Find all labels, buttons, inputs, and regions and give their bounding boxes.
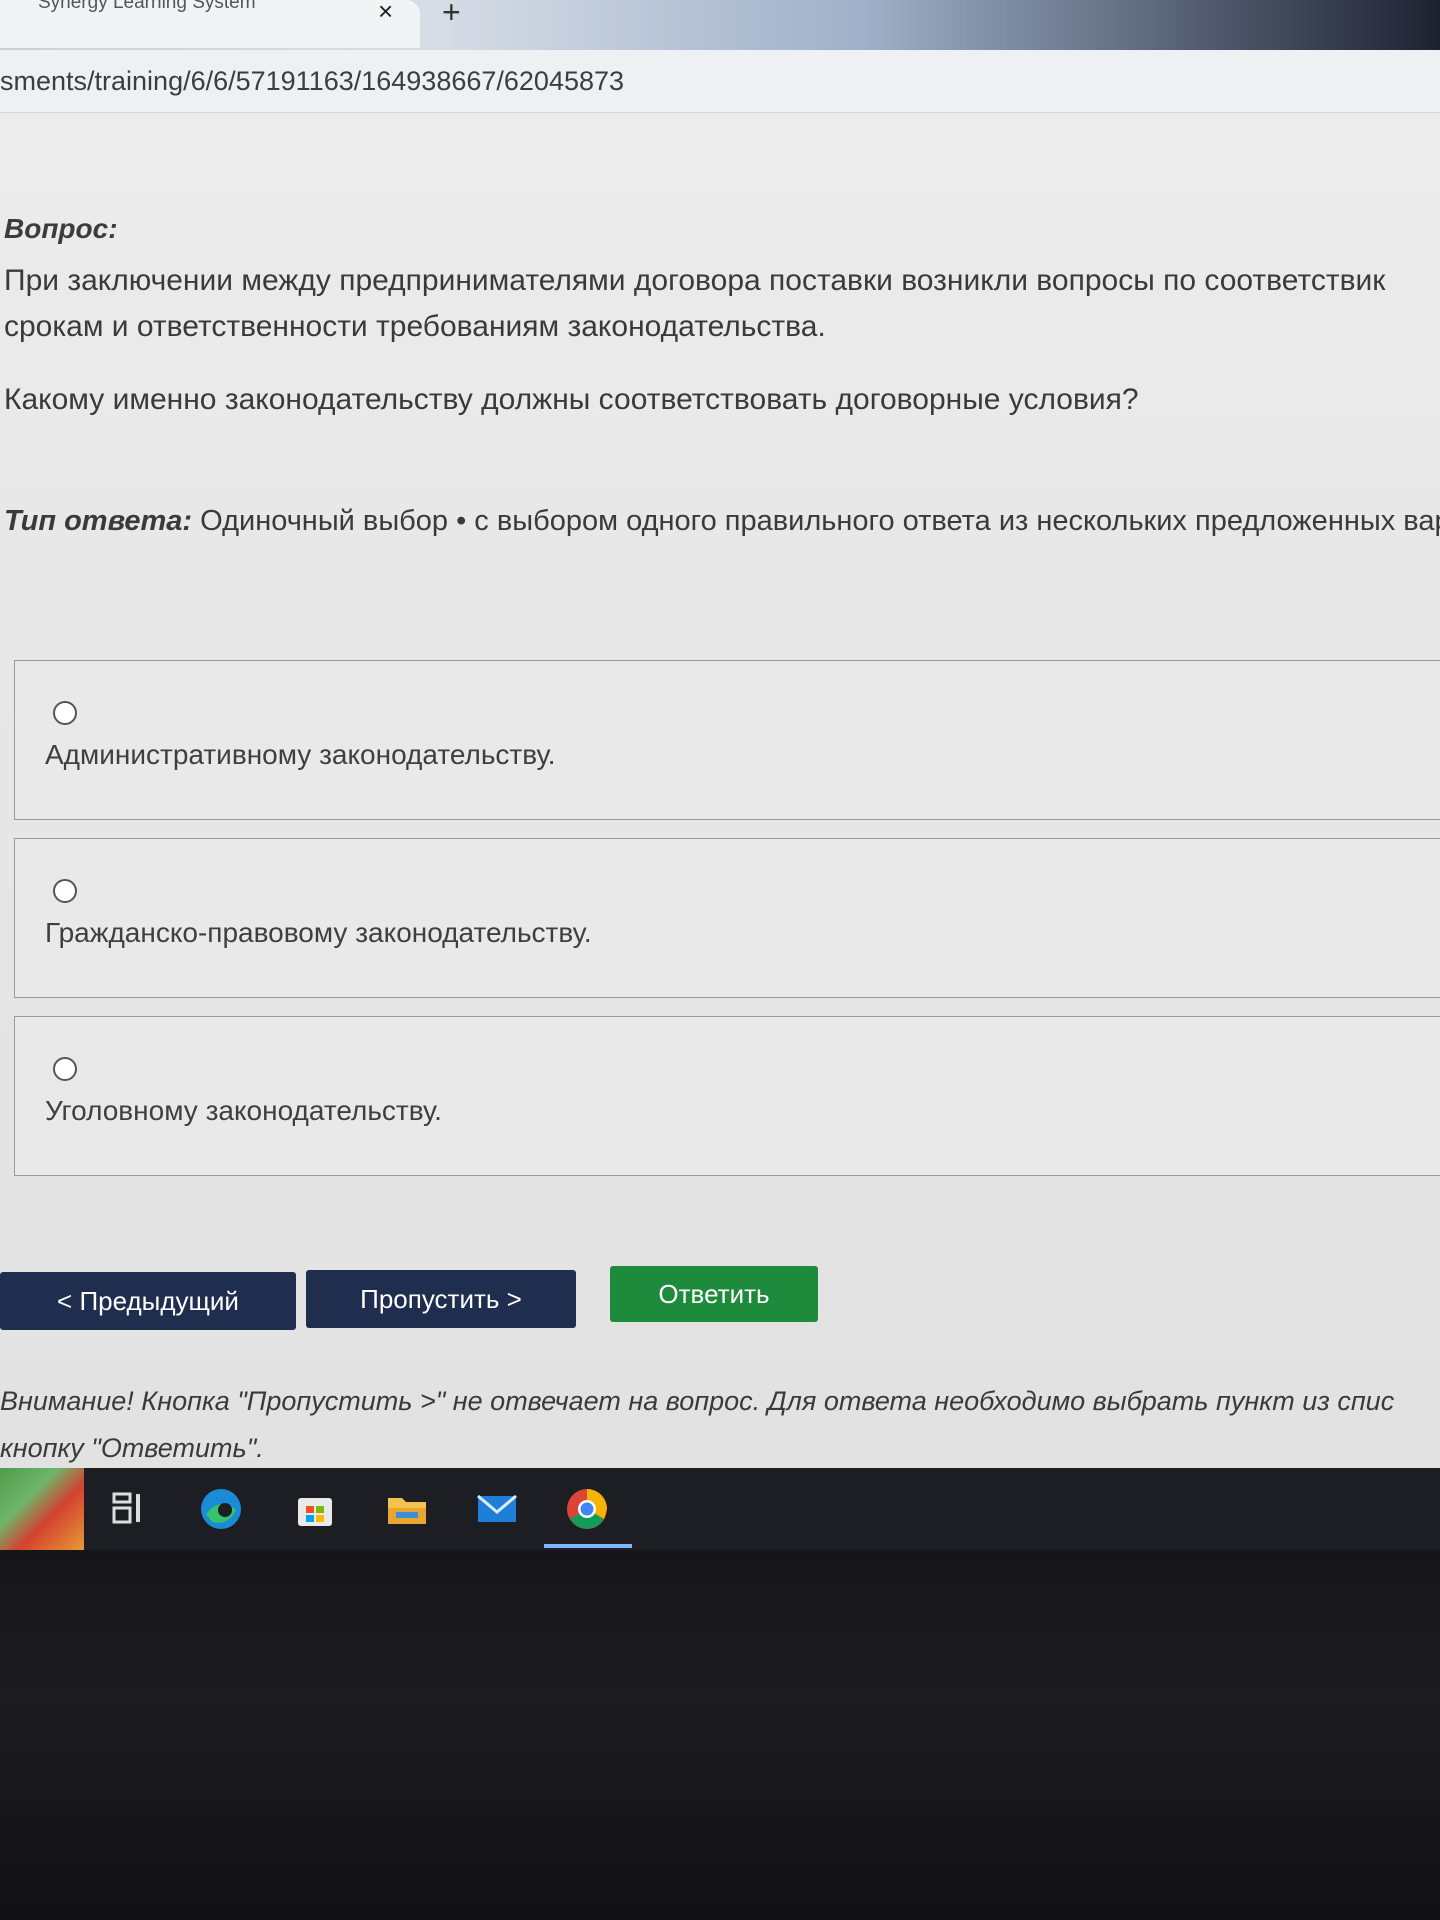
question-text-line2: срокам и ответственности требованиям зак…	[4, 310, 826, 343]
tab-title: Synergy Learning System	[38, 0, 256, 13]
close-tab-icon[interactable]: ×	[378, 0, 393, 27]
option-label: Административному законодательству.	[45, 739, 556, 770]
radio-button[interactable]	[53, 879, 77, 903]
warning-text: Внимание! Кнопка "Пропустить >" не отвеч…	[0, 1378, 1440, 1468]
question-text-line1: При заключении между предпринимателями д…	[4, 264, 1386, 297]
answer-type-label: Тип ответа:	[4, 505, 193, 537]
answer-type-value: Одиночный выбор • с выбором одного прави…	[200, 505, 1440, 537]
answer-button[interactable]: Ответить	[610, 1266, 818, 1322]
edge-icon[interactable]	[198, 1486, 244, 1532]
radio-button[interactable]	[53, 701, 77, 725]
active-app-indicator	[544, 1544, 632, 1548]
option-3[interactable]: Уголовному законодательству.	[14, 1016, 1440, 1176]
store-icon[interactable]	[292, 1486, 338, 1532]
option-1[interactable]: Административному законодательству.	[14, 660, 1440, 820]
question-prompt: Какому именно законодательству должны со…	[4, 383, 1139, 416]
taskbar	[0, 1468, 1440, 1550]
option-label: Гражданско-правовому законодательству.	[45, 917, 592, 948]
question-label: Вопрос:	[4, 213, 118, 244]
previous-button[interactable]: < Предыдущий	[0, 1272, 296, 1330]
radio-button[interactable]	[53, 1057, 77, 1081]
new-tab-icon[interactable]: +	[442, 0, 461, 31]
browser-tab[interactable]: Synergy Learning System ×	[0, 0, 420, 48]
file-explorer-icon[interactable]	[384, 1486, 430, 1532]
warning-line2: кнопку "Ответить".	[0, 1433, 264, 1463]
address-bar[interactable]: sments/training/6/6/57191163/164938667/6…	[0, 50, 1440, 113]
page-content: Вопрос: При заключении между предпринима…	[0, 113, 1440, 1468]
answer-type: Тип ответа: Одиночный выбор • с выбором …	[4, 505, 1440, 538]
mail-icon[interactable]	[474, 1486, 520, 1532]
start-icon[interactable]	[0, 1468, 84, 1550]
url-text[interactable]: sments/training/6/6/57191163/164938667/6…	[0, 66, 624, 97]
question-text: При заключении между предпринимателями д…	[4, 258, 1440, 350]
browser-tab-strip: Synergy Learning System × +	[0, 0, 1440, 50]
skip-button[interactable]: Пропустить >	[306, 1270, 576, 1328]
monitor-bezel	[0, 1550, 1440, 1920]
task-view-icon[interactable]	[108, 1486, 154, 1532]
option-2[interactable]: Гражданско-правовому законодательству.	[14, 838, 1440, 998]
warning-line1: Внимание! Кнопка "Пропустить >" не отвеч…	[0, 1386, 1395, 1416]
option-label: Уголовному законодательству.	[45, 1095, 442, 1126]
chrome-icon[interactable]	[564, 1486, 610, 1532]
